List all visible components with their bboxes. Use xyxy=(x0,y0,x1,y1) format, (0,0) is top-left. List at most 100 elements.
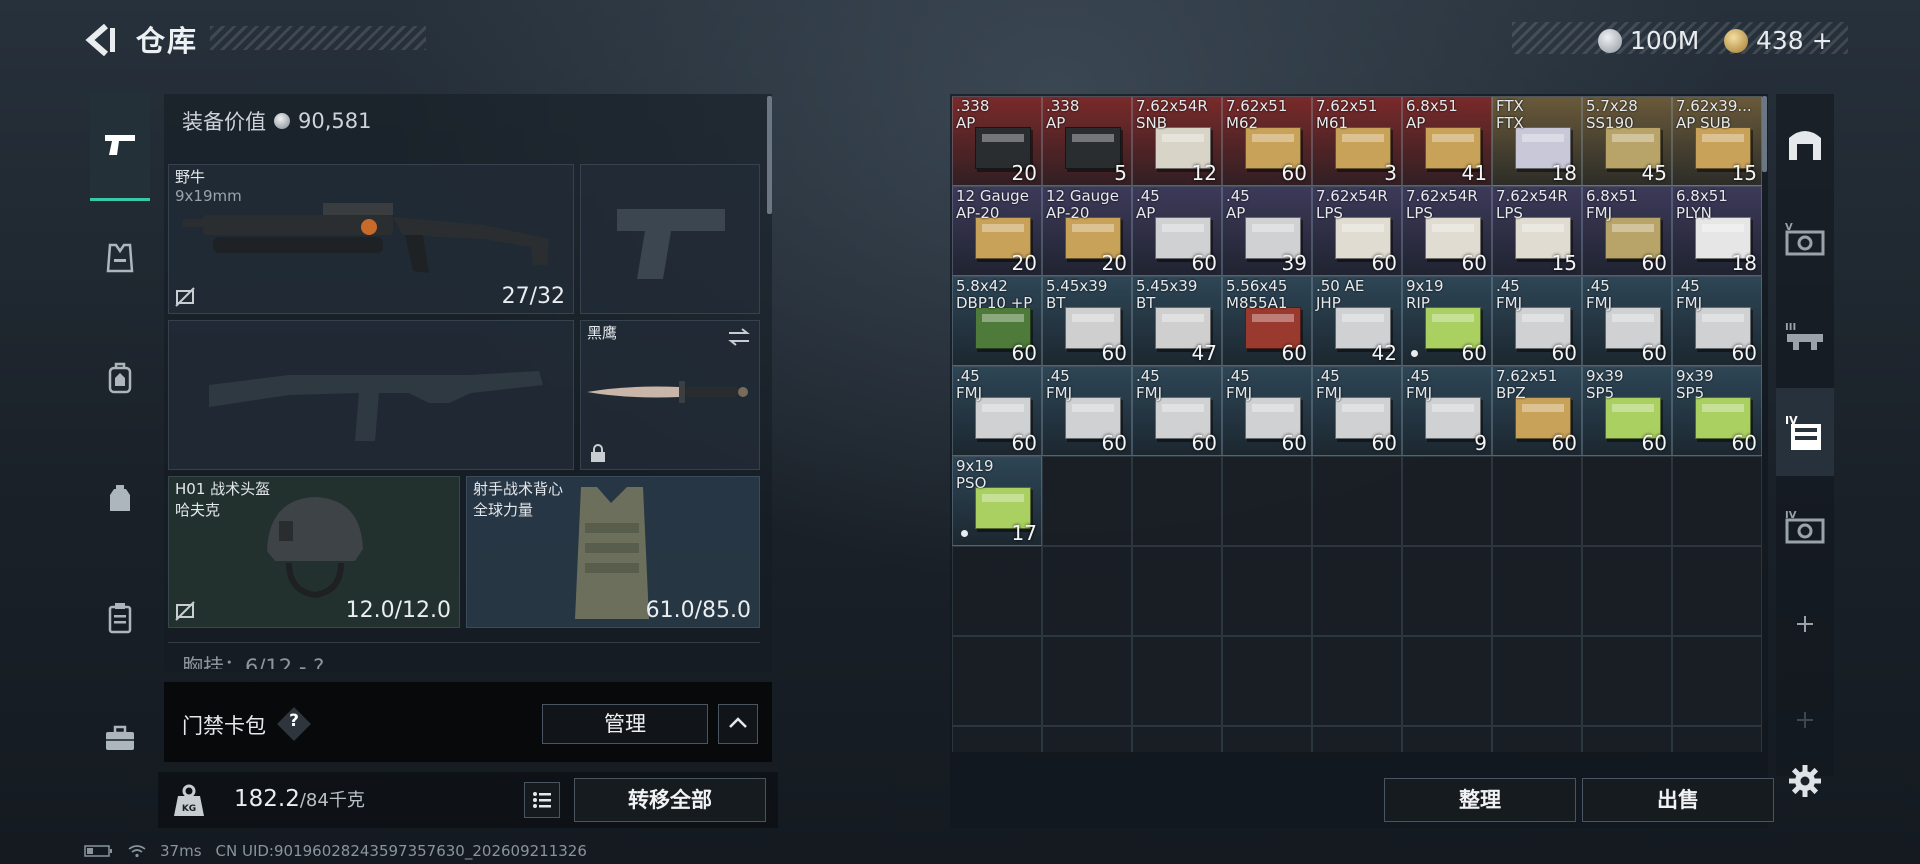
nav-container-tab[interactable] xyxy=(90,570,150,666)
inventory-item[interactable]: 12 Gauge AP-20 20 xyxy=(952,186,1042,276)
inventory-item[interactable]: 9x39 SP5 60 xyxy=(1672,366,1762,456)
inventory-item[interactable]: .338 AP 20 xyxy=(952,96,1042,186)
primary-weapon-slot[interactable]: 野牛 9x19mm 27/32 xyxy=(168,164,574,314)
grid-cell[interactable] xyxy=(1492,636,1582,726)
inventory-item[interactable]: .45 AP 60 xyxy=(1132,186,1222,276)
storage-v-tab[interactable]: V xyxy=(1776,196,1834,284)
inventory-item[interactable]: 7.62x54R LPS 15 xyxy=(1492,186,1582,276)
grid-cell[interactable] xyxy=(1582,456,1672,546)
inventory-item[interactable]: 5.56x45 M855A1 60 xyxy=(1222,276,1312,366)
nav-weapon-tab[interactable] xyxy=(90,92,150,201)
grid-cell[interactable] xyxy=(1582,546,1672,636)
inventory-item[interactable]: .45 FMJ 9 xyxy=(1402,366,1492,456)
grid-cell[interactable] xyxy=(1402,546,1492,636)
grid-cell[interactable] xyxy=(1672,636,1762,726)
grid-cell[interactable] xyxy=(1672,546,1762,636)
add-currency-button[interactable]: + xyxy=(1812,26,1833,55)
inventory-item[interactable]: 7.62x54R LPS 60 xyxy=(1402,186,1492,276)
grid-cell[interactable] xyxy=(1672,726,1762,752)
inventory-item[interactable]: .45 FMJ 60 xyxy=(1492,276,1582,366)
inventory-item[interactable]: 7.62x51 M61 3 xyxy=(1312,96,1402,186)
add-storage-tab[interactable] xyxy=(1776,580,1834,668)
add-storage-b-tab[interactable] xyxy=(1776,676,1834,764)
inventory-item[interactable]: 5.8x42 DBP10 +P 60 xyxy=(952,276,1042,366)
inventory-item[interactable]: 7.62x51 M62 60 xyxy=(1222,96,1312,186)
inventory-item[interactable]: .338 AP 5 xyxy=(1042,96,1132,186)
sort-button[interactable]: 整理 xyxy=(1384,778,1576,822)
chest-rig-row[interactable]: 胸挂：6/12 - ? xyxy=(168,642,760,669)
grid-cell[interactable] xyxy=(1042,456,1132,546)
grid-cell[interactable] xyxy=(1042,636,1132,726)
gear-scrollbar[interactable] xyxy=(767,96,772,214)
grid-cell[interactable] xyxy=(1402,726,1492,752)
swap-icon[interactable] xyxy=(727,327,751,347)
settings-button[interactable] xyxy=(1788,764,1822,798)
inventory-item[interactable]: FTX FTX 18 xyxy=(1492,96,1582,186)
secondary-weapon-slot[interactable] xyxy=(580,164,760,314)
inventory-item[interactable]: .45 FMJ 60 xyxy=(1132,366,1222,456)
help-icon[interactable]: ? xyxy=(282,711,306,735)
grid-cell[interactable] xyxy=(1222,726,1312,752)
grid-cell[interactable] xyxy=(1672,456,1762,546)
inventory-scrollbar[interactable] xyxy=(1762,96,1767,172)
inventory-item[interactable]: 9x19 RIP 60 xyxy=(1402,276,1492,366)
secondary-primary-slot[interactable] xyxy=(168,320,574,470)
inventory-item[interactable]: 9x39 SP5 60 xyxy=(1582,366,1672,456)
inventory-item[interactable]: .50 AE JHP 42 xyxy=(1312,276,1402,366)
grid-cell[interactable] xyxy=(1492,456,1582,546)
inventory-item[interactable]: 12 Gauge AP-20 20 xyxy=(1042,186,1132,276)
helmet-slot[interactable]: H01 战术头盔 哈夫克 12.0/12.0 xyxy=(168,476,460,628)
back-button[interactable] xyxy=(82,20,118,60)
nav-case-tab[interactable] xyxy=(90,690,150,786)
grid-cell[interactable] xyxy=(1312,726,1402,752)
grid-cell[interactable] xyxy=(952,726,1042,752)
grid-cell[interactable] xyxy=(1042,546,1132,636)
grid-cell[interactable] xyxy=(1582,726,1672,752)
inventory-item[interactable]: 7.62x39... AP SUB 15 xyxy=(1672,96,1762,186)
nav-pouch-tab[interactable] xyxy=(90,450,150,546)
nav-armor-tab[interactable] xyxy=(90,210,150,306)
safe-box-tab[interactable] xyxy=(1776,100,1834,188)
inventory-item[interactable]: .45 FMJ 60 xyxy=(1672,276,1762,366)
grid-cell[interactable] xyxy=(1312,546,1402,636)
grid-cell[interactable] xyxy=(1222,636,1312,726)
inventory-item[interactable]: .45 FMJ 60 xyxy=(1222,366,1312,456)
grid-cell[interactable] xyxy=(952,546,1042,636)
transfer-all-button[interactable]: 转移全部 xyxy=(574,778,766,822)
melee-slot[interactable]: 黑鹰 xyxy=(580,320,760,470)
sell-button[interactable]: 出售 xyxy=(1582,778,1774,822)
grid-cell[interactable] xyxy=(1132,456,1222,546)
list-view-button[interactable] xyxy=(524,782,560,818)
grid-cell[interactable] xyxy=(1402,636,1492,726)
grid-cell[interactable] xyxy=(1132,726,1222,752)
inventory-item[interactable]: .45 FMJ 60 xyxy=(952,366,1042,456)
inventory-item[interactable]: 6.8x51 PLYN 18 xyxy=(1672,186,1762,276)
grid-cell[interactable] xyxy=(1042,726,1132,752)
grid-cell[interactable] xyxy=(1132,636,1222,726)
inventory-item[interactable]: 5.45x39 BT 60 xyxy=(1042,276,1132,366)
storage-iii-tab[interactable]: III xyxy=(1776,292,1834,380)
grid-cell[interactable] xyxy=(1222,456,1312,546)
storage-iv-tab[interactable]: IV xyxy=(1776,388,1834,476)
inventory-item[interactable]: 5.45x39 BT 47 xyxy=(1132,276,1222,366)
inventory-item[interactable]: .45 AP 39 xyxy=(1222,186,1312,276)
manage-button[interactable]: 管理 xyxy=(542,704,708,744)
grid-cell[interactable] xyxy=(1312,456,1402,546)
grid-cell[interactable] xyxy=(1402,456,1492,546)
inventory-item[interactable]: 6.8x51 FMJ 60 xyxy=(1582,186,1672,276)
storage-iv-b-tab[interactable]: IV xyxy=(1776,484,1834,572)
grid-cell[interactable] xyxy=(1582,636,1672,726)
grid-cell[interactable] xyxy=(1132,546,1222,636)
inventory-item[interactable]: 7.62x51 BPZ 60 xyxy=(1492,366,1582,456)
inventory-item[interactable]: 7.62x54R LPS 60 xyxy=(1312,186,1402,276)
inventory-item[interactable]: .45 FMJ 60 xyxy=(1312,366,1402,456)
grid-cell[interactable] xyxy=(1222,546,1312,636)
inventory-item[interactable]: 6.8x51 AP 41 xyxy=(1402,96,1492,186)
inventory-item[interactable]: 5.7x28 SS190 45 xyxy=(1582,96,1672,186)
nav-backpack-tab[interactable] xyxy=(90,330,150,426)
grid-cell[interactable] xyxy=(1492,546,1582,636)
grid-cell[interactable] xyxy=(952,636,1042,726)
inventory-item[interactable]: .45 FMJ 60 xyxy=(1042,366,1132,456)
vest-slot[interactable]: 射手战术背心 全球力量 61.0/85.0 xyxy=(466,476,760,628)
grid-cell[interactable] xyxy=(1312,636,1402,726)
